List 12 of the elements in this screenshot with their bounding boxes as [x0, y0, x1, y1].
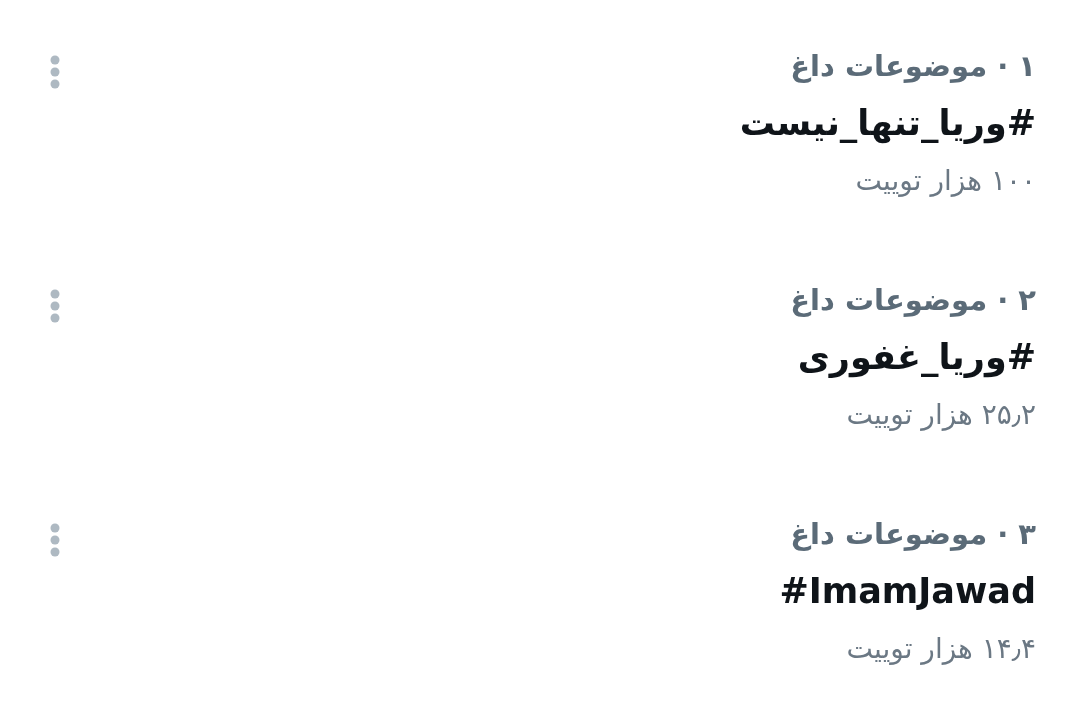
three-dots-icon[interactable]: [50, 523, 60, 557]
tweet-count: ۱۴٫۴ هزار توییت: [846, 631, 1036, 667]
tweet-count: ۱۰۰ هزار توییت: [855, 163, 1036, 199]
trend-context: ۲ · موضوعات داغ: [790, 282, 1036, 319]
trend-hashtag[interactable]: #ImamJawad: [779, 563, 1036, 620]
trend-context: ۱ · موضوعات داغ: [790, 48, 1036, 85]
trend-hashtag[interactable]: #وریا_تنها_نیست: [739, 95, 1036, 152]
trend-hashtag[interactable]: #وریا_غفوری: [797, 329, 1036, 386]
three-dots-icon[interactable]: [50, 55, 60, 89]
trend-context: ۳ · موضوعات داغ: [790, 516, 1036, 553]
three-dots-icon[interactable]: [50, 289, 60, 323]
tweet-count: ۲۵٫۲ هزار توییت: [846, 397, 1036, 433]
